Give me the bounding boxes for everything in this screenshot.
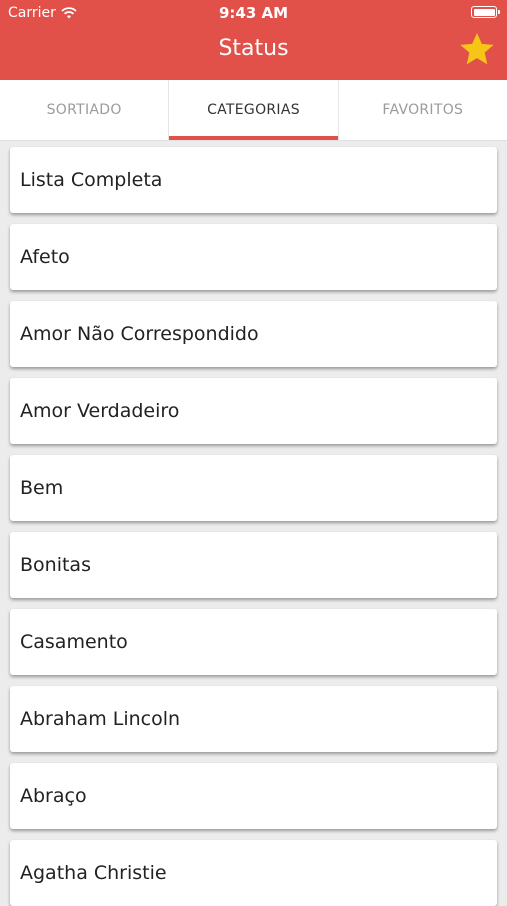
tab-bar: SORTIADO CATEGORIAS FAVORITOS bbox=[0, 80, 507, 141]
category-item-bem[interactable]: Bem bbox=[10, 455, 497, 521]
favorites-star-icon[interactable] bbox=[457, 30, 497, 70]
category-item-amor-verdadeiro[interactable]: Amor Verdadeiro bbox=[10, 378, 497, 444]
category-list: Lista Completa Afeto Amor Não Correspond… bbox=[0, 141, 507, 906]
tab-favoritos[interactable]: FAVORITOS bbox=[337, 80, 507, 140]
category-item-bonitas[interactable]: Bonitas bbox=[10, 532, 497, 598]
category-label: Amor Não Correspondido bbox=[20, 323, 259, 345]
page-title: Status bbox=[218, 36, 289, 61]
category-item-abraham-lincoln[interactable]: Abraham Lincoln bbox=[10, 686, 497, 752]
app-header: Carrier 9:43 AM Status bbox=[0, 0, 507, 80]
category-label: Agatha Christie bbox=[20, 862, 167, 884]
category-item-amor-nao-correspondido[interactable]: Amor Não Correspondido bbox=[10, 301, 497, 367]
category-item-lista-completa[interactable]: Lista Completa bbox=[10, 147, 497, 213]
category-label: Bonitas bbox=[20, 554, 91, 576]
category-item-abraco[interactable]: Abraço bbox=[10, 763, 497, 829]
category-item-afeto[interactable]: Afeto bbox=[10, 224, 497, 290]
tab-sortiado[interactable]: SORTIADO bbox=[0, 80, 168, 140]
tab-label: CATEGORIAS bbox=[207, 102, 300, 118]
tab-label: SORTIADO bbox=[46, 102, 122, 118]
category-item-agatha-christie[interactable]: Agatha Christie bbox=[10, 840, 497, 906]
tab-categorias[interactable]: CATEGORIAS bbox=[168, 80, 338, 140]
category-item-casamento[interactable]: Casamento bbox=[10, 609, 497, 675]
category-label: Amor Verdadeiro bbox=[20, 400, 180, 422]
tab-label: FAVORITOS bbox=[382, 102, 464, 118]
clock: 9:43 AM bbox=[218, 4, 289, 22]
category-label: Abraço bbox=[20, 785, 87, 807]
status-bar: Carrier 9:43 AM bbox=[0, 0, 507, 26]
battery-icon bbox=[471, 6, 500, 18]
category-label: Afeto bbox=[20, 246, 70, 268]
category-label: Casamento bbox=[20, 631, 128, 653]
category-label: Abraham Lincoln bbox=[20, 708, 181, 730]
category-label: Lista Completa bbox=[20, 169, 163, 191]
category-label: Bem bbox=[20, 477, 64, 499]
